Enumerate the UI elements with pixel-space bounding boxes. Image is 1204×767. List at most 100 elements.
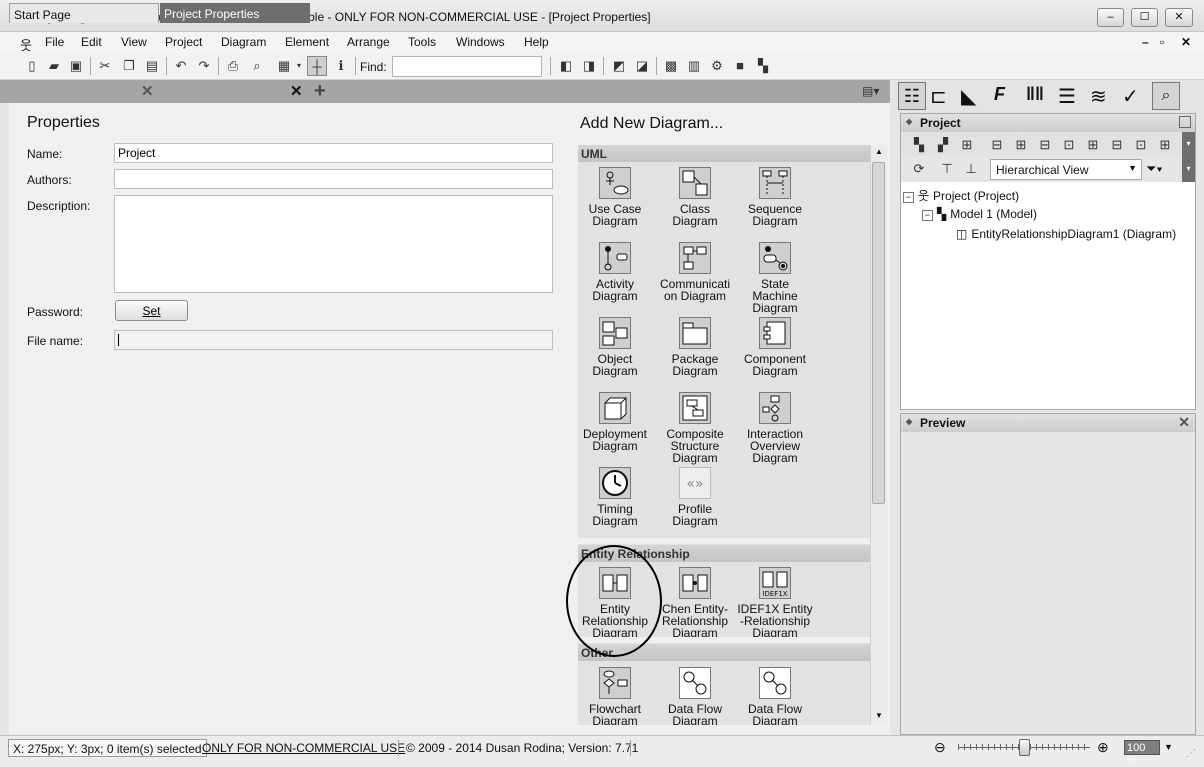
package-diagram-item[interactable]: Package Diagram	[655, 317, 735, 377]
grid-icon[interactable]: ▦	[274, 56, 294, 76]
resize-grip-icon[interactable]: ⋰	[1186, 748, 1196, 759]
description-textarea[interactable]	[114, 195, 553, 293]
tab-project-properties[interactable]: Project Properties	[160, 3, 310, 23]
license-link[interactable]: ONLY FOR NON-COMMERCIAL USE	[198, 739, 409, 757]
tool-icon[interactable]: ⊡	[1059, 135, 1079, 155]
layers-icon[interactable]: ■	[730, 56, 750, 76]
collapse-icon[interactable]: −	[922, 210, 933, 221]
filter-icon[interactable]: ⏷▾	[1146, 161, 1163, 177]
data-flow-diagram-item-2[interactable]: Data Flow Diagram	[735, 667, 815, 725]
composite-structure-diagram-item[interactable]: Composite Structure Diagram	[655, 392, 735, 464]
menu-element[interactable]: Element	[285, 35, 329, 49]
tool-icon[interactable]: ⊞	[1083, 135, 1103, 155]
zoom-slider-thumb[interactable]	[1019, 739, 1030, 756]
new-file-icon[interactable]: ▯	[22, 56, 42, 76]
activity-diagram-item[interactable]: Activity Diagram	[578, 242, 655, 302]
expand-tree-icon[interactable]: ⊤	[937, 159, 957, 179]
columns-icon[interactable]: ǁǁ	[1026, 84, 1044, 105]
toolbar-overflow-icon[interactable]: ▾	[1182, 132, 1195, 156]
menu-windows[interactable]: Windows	[456, 35, 505, 49]
info-icon[interactable]: ℹ	[331, 56, 351, 76]
collapse-tree-icon[interactable]: ⊥	[961, 159, 981, 179]
minimize-button[interactable]: –	[1097, 8, 1124, 27]
print-preview-icon[interactable]: ⌕	[247, 56, 267, 76]
bring-front-icon[interactable]: ◧	[556, 56, 576, 76]
flowchart-diagram-item[interactable]: Flowchart Diagram	[578, 667, 655, 725]
component-diagram-item[interactable]: Component Diagram	[735, 317, 815, 377]
menu-tools[interactable]: Tools	[408, 35, 436, 49]
qr-code-icon[interactable]: ▩	[661, 56, 681, 76]
cut-icon[interactable]: ✂	[95, 56, 115, 76]
close-tab-icon[interactable]: ✕	[141, 82, 154, 100]
tab-start-page[interactable]: Start Page	[9, 3, 159, 23]
close-tab-icon[interactable]: ✕	[290, 82, 303, 100]
tool-icon[interactable]: ⊟	[1035, 135, 1055, 155]
name-input[interactable]	[114, 143, 553, 163]
interaction-overview-diagram-item[interactable]: Interaction Overview Diagram	[735, 392, 815, 464]
add-diagram-icon[interactable]: ▚	[909, 135, 929, 155]
scroll-down-icon[interactable]: ▼	[875, 711, 883, 720]
doc-minimize-button[interactable]: –	[1142, 35, 1149, 49]
redo-icon[interactable]: ↷	[194, 56, 214, 76]
add-element-icon[interactable]: ▞	[933, 135, 953, 155]
idef1x-entity-relationship-diagram-item[interactable]: IDEF1X IDEF1X Entity -Relationship Diagram	[735, 567, 815, 639]
tool-icon[interactable]: ⊞	[1011, 135, 1031, 155]
class-diagram-item[interactable]: Class Diagram	[655, 167, 735, 227]
tool-icon[interactable]: ⊡	[1131, 135, 1151, 155]
tool-icon[interactable]: ⊟	[1107, 135, 1127, 155]
close-panel-icon[interactable]: ✕	[1178, 414, 1190, 431]
copy-icon[interactable]: ❐	[119, 56, 139, 76]
menu-view[interactable]: View	[121, 35, 147, 49]
set-password-button[interactable]: Set	[115, 300, 188, 321]
state-machine-diagram-item[interactable]: State Machine Diagram	[735, 242, 815, 314]
check-icon[interactable]: ✓	[1122, 84, 1139, 109]
authors-input[interactable]	[114, 169, 553, 189]
scroll-thumb[interactable]	[872, 162, 885, 504]
filename-input[interactable]	[114, 330, 553, 350]
print-icon[interactable]: ⎙	[223, 56, 243, 76]
communication-diagram-item[interactable]: Communicati on Diagram	[655, 242, 735, 302]
zoom-view-icon[interactable]: ⌕	[1152, 82, 1180, 110]
collapse-icon[interactable]: −	[903, 192, 914, 203]
stack-icon[interactable]: ≋	[1090, 84, 1107, 109]
zoom-out-icon[interactable]: ⊖	[934, 739, 946, 756]
profile-diagram-item[interactable]: «» Profile Diagram	[655, 467, 735, 527]
data-flow-diagram-item[interactable]: Data Flow Diagram	[655, 667, 735, 725]
list-icon[interactable]: ☰	[1058, 84, 1076, 109]
maximize-button[interactable]: ☐	[1131, 8, 1158, 27]
object-diagram-item[interactable]: Object Diagram	[578, 317, 655, 377]
barcode-icon[interactable]: ▥	[684, 56, 704, 76]
tag-icon[interactable]: ◣	[961, 84, 976, 109]
add-tab-icon[interactable]: +	[314, 80, 326, 103]
add-model-icon[interactable]: ⊞	[957, 135, 977, 155]
undo-icon[interactable]: ↶	[171, 56, 191, 76]
scroll-up-icon[interactable]: ▲	[875, 147, 883, 156]
settings-gear-icon[interactable]: ⚙	[707, 56, 727, 76]
refresh-icon[interactable]: ⟳	[909, 159, 929, 179]
open-folder-icon[interactable]: ▰	[44, 56, 64, 76]
paste-icon[interactable]: ▤	[142, 56, 162, 76]
snap-icon[interactable]: ┼	[307, 56, 327, 76]
tree-item-model[interactable]: − ▚ Model 1 (Model)	[922, 207, 1037, 221]
sequence-diagram-item[interactable]: Sequence Diagram	[735, 167, 815, 227]
chen-entity-relationship-diagram-item[interactable]: Chen Entity- Relationship Diagram	[655, 567, 735, 639]
find-input[interactable]	[392, 56, 542, 77]
tool-icon[interactable]: ⊞	[1155, 135, 1175, 155]
tree-item-diagram[interactable]: ◫ EntityRelationshipDiagram1 (Diagram)	[956, 227, 1176, 241]
deployment-diagram-item[interactable]: Deployment Diagram	[578, 392, 655, 452]
panel-restore-icon[interactable]	[1179, 116, 1191, 128]
doc-close-button[interactable]: ✕	[1181, 35, 1191, 49]
align-left-icon[interactable]: ◩	[609, 56, 629, 76]
toolbar-overflow-icon[interactable]: ▾	[1182, 156, 1195, 182]
close-button[interactable]: ✕	[1165, 8, 1193, 27]
send-back-icon[interactable]: ◨	[579, 56, 599, 76]
timing-diagram-item[interactable]: Timing Diagram	[578, 467, 655, 527]
grid-dropdown-icon[interactable]: ▾	[294, 56, 304, 76]
tool-icon[interactable]: ⊟	[987, 135, 1007, 155]
menu-edit[interactable]: Edit	[81, 35, 102, 49]
format-icon[interactable]: F	[994, 84, 1005, 105]
menu-arrange[interactable]: Arrange	[347, 35, 390, 49]
project-tree-icon[interactable]: ☷	[898, 82, 926, 110]
menu-help[interactable]: Help	[524, 35, 549, 49]
view-mode-select[interactable]: Hierarchical View ▼	[990, 159, 1142, 180]
